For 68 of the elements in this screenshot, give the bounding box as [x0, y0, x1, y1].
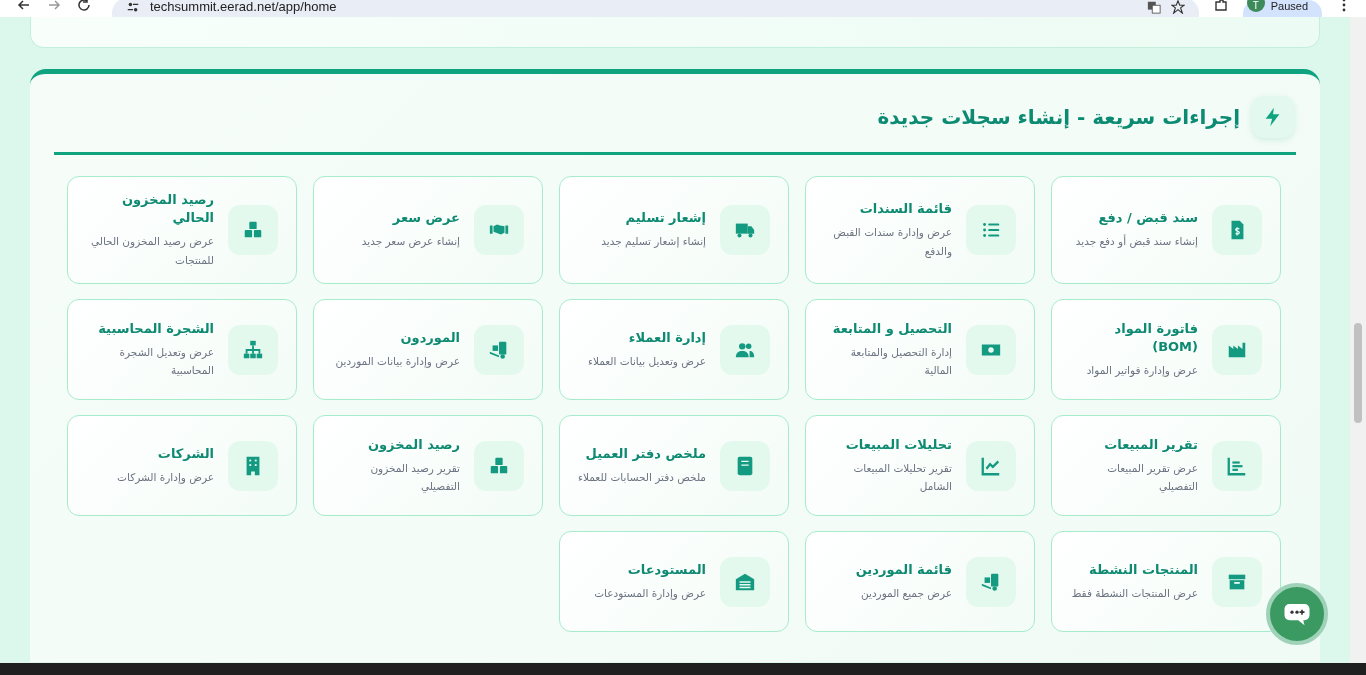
card-description: ملخص دفتر الحسابات للعملاء [578, 470, 706, 486]
card-title: قائمة الموردين [854, 560, 952, 579]
card-description: إنشاء إشعار تسليم جديد [600, 234, 706, 250]
card-title: الشجرة المحاسبية [97, 319, 214, 338]
card-title: سند قبض / دفع [1097, 209, 1198, 228]
card-title: قائمة السندات [858, 200, 952, 219]
site-info-icon[interactable] [126, 0, 140, 14]
reload-icon[interactable] [76, 0, 92, 13]
avatar: T [1246, 0, 1265, 12]
quick-action-card[interactable]: الشجرة المحاسبية عرض وتعديل الشجرة المحاسبية [67, 299, 297, 401]
quick-action-card[interactable]: الموردون عرض وإدارة بيانات الموردين [313, 299, 543, 401]
card-title: إدارة العملاء [627, 328, 706, 347]
translate-icon[interactable] [1146, 0, 1161, 14]
card-title: التحصيل و المتابعة [831, 319, 952, 338]
quick-action-card[interactable]: الشركات عرض وإدارة الشركات [67, 415, 297, 517]
card-description: عرض جميع الموردين [859, 586, 952, 602]
quick-action-card[interactable]: إدارة العملاء عرض وتعديل بيانات العملاء [559, 299, 789, 401]
section-title: إجراءات سريعة - إنشاء سجلات جديدة [877, 105, 1240, 129]
quick-action-card[interactable]: فاتورة المواد (BOM) عرض وإدارة فواتير المواد [1051, 299, 1281, 401]
quick-action-card[interactable]: المستودعات عرض وإدارة المستودعات [559, 531, 789, 633]
quick-action-card[interactable]: عرض سعر إنشاء عرض سعر جديد [313, 176, 543, 285]
quick-action-card[interactable]: المنتجات النشطة عرض المنتجات النشطة فقط [1051, 531, 1281, 633]
card-description: عرض رصيد المخزون الحالي للمنتجات [89, 234, 214, 268]
address-bar[interactable]: techsummit.eerad.net/app/home [112, 0, 1199, 17]
star-icon[interactable] [1170, 0, 1185, 14]
lightning-icon [1252, 96, 1294, 138]
tree-icon [242, 338, 264, 361]
card-title: إشعار تسليم [624, 209, 706, 228]
card-title: المنتجات النشطة [1088, 560, 1198, 579]
card-description: عرض وإدارة سندات القبض والدفع [832, 225, 952, 260]
card-title: ملخص دفتر العميل [584, 444, 706, 463]
profile-button[interactable]: T Paused [1242, 0, 1322, 17]
card-description: عرض المنتجات النشطة فقط [1070, 586, 1198, 602]
card-title: رصيد المخزون الحالي [120, 191, 214, 228]
quick-action-card[interactable]: رصيد المخزون الحالي عرض رصيد المخزون الحالي للمنتجات [67, 176, 297, 285]
card-title: تحليلات المبيعات [844, 435, 952, 454]
card-description: إدارة التحصيل والمتابعة المالية [849, 344, 952, 379]
card-title: عرض سعر [391, 209, 460, 228]
card-description: تقرير رصيد المخزون التفصيلي [369, 460, 460, 495]
scrollbar[interactable] [1350, 17, 1366, 663]
card-title: المستودعات [626, 560, 706, 579]
quick-action-card[interactable]: قائمة الموردين عرض جميع الموردين [805, 531, 1035, 633]
card-description: عرض وتعديل بيانات العملاء [587, 354, 706, 370]
card-description: إنشاء سند قبض أو دفع جديد [1074, 233, 1198, 250]
card-title: رصيد المخزون [366, 435, 460, 454]
card-description: عرض وإدارة الشركات [116, 470, 214, 486]
url-text: techsummit.eerad.net/app/home [150, 0, 337, 14]
card-description: عرض تقرير المبيعات التفصيلي [1106, 460, 1198, 495]
extensions-icon[interactable] [1212, 0, 1229, 13]
card-description: عرض وتعديل الشجرة المحاسبية [118, 344, 214, 379]
quick-action-card[interactable]: التحصيل و المتابعة إدارة التحصيل والمتابعة المالية [805, 299, 1035, 401]
card-title: الموردون [399, 328, 460, 347]
card-description: عرض وإدارة بيانات الموردين [334, 354, 460, 370]
quick-action-card[interactable]: قائمة السندات عرض وإدارة سندات القبض والدفع [805, 176, 1035, 285]
quick-action-card[interactable]: تقرير المبيعات عرض تقرير المبيعات التفصيلي [1051, 415, 1281, 517]
quick-action-card[interactable]: تحليلات المبيعات تقرير تحليلات المبيعات الشامل [805, 415, 1035, 517]
card-title: تقرير المبيعات [1103, 435, 1198, 454]
card-description: عرض وإدارة فواتير المواد [1085, 363, 1198, 379]
quick-action-card[interactable]: سند قبض / دفع إنشاء سند قبض أو دفع جديد [1051, 176, 1281, 285]
card-description: عرض وإدارة المستودعات [593, 586, 706, 602]
card-description: تقرير تحليلات المبيعات الشامل [852, 460, 952, 495]
quick-action-card[interactable]: إشعار تسليم إنشاء إشعار تسليم جديد [559, 176, 789, 285]
scroll-thumb[interactable] [1354, 323, 1362, 423]
card-description: إنشاء عرض سعر جديد [360, 234, 460, 250]
card-title: فاتورة المواد (BOM) [1113, 319, 1198, 356]
quick-action-card[interactable]: ملخص دفتر العميل ملخص دفتر الحسابات للعملاء [559, 415, 789, 517]
card-title: الشركات [156, 444, 214, 463]
quick-action-card[interactable]: رصيد المخزون تقرير رصيد المخزون التفصيلي [313, 415, 543, 517]
